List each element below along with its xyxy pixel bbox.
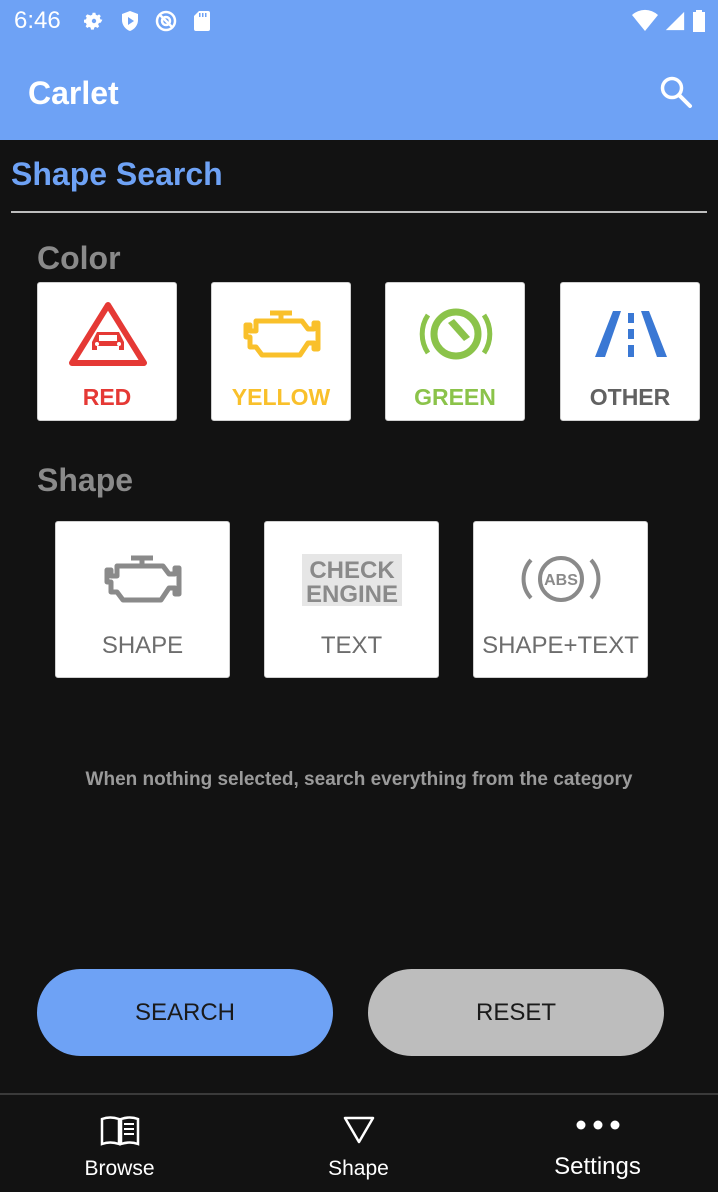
nav-item-settings[interactable]: Settings [478, 1095, 717, 1192]
book-icon [100, 1116, 139, 1146]
shape-section-label: Shape [37, 462, 134, 498]
steering-wheel-icon [419, 308, 493, 360]
status-icons-left [82, 9, 214, 33]
engine-icon [104, 555, 182, 603]
more-dots-icon [576, 1120, 619, 1130]
color-option-red[interactable]: RED [37, 282, 177, 421]
app-title: Carlet [28, 75, 119, 111]
hint-text: When nothing selected, search everything… [85, 769, 633, 790]
shape-option-text[interactable]: CHECK ENGINE TEXT [264, 521, 439, 678]
search-button[interactable]: SEARCH [37, 969, 333, 1056]
abs-text: ABS [544, 572, 578, 589]
shape-option-label: SHAPE [101, 632, 184, 659]
nav-item-shape[interactable]: Shape [239, 1095, 478, 1192]
page-title: Shape Search [11, 156, 223, 192]
color-option-label: YELLOW [231, 384, 331, 410]
color-option-label: OTHER [589, 384, 671, 410]
color-option-label: GREEN [414, 384, 496, 410]
shape-option-label: SHAPE+TEXT [482, 632, 639, 659]
lane-icon [595, 311, 667, 357]
shape-option-shape[interactable]: SHAPE [55, 521, 230, 678]
vpn-icon [155, 10, 177, 32]
search-icon[interactable] [658, 74, 694, 110]
nav-label: Browse [84, 1157, 155, 1180]
color-section-label: Color [37, 240, 121, 276]
shape-option-shape-text[interactable]: ABS SHAPE+TEXT [473, 521, 648, 678]
color-option-other[interactable]: OTHER [560, 282, 700, 421]
status-icons-right [632, 9, 706, 33]
status-bar: 6:46 [0, 0, 718, 48]
status-time: 6:46 [14, 7, 61, 34]
sd-card-icon [194, 11, 210, 31]
engine-text: ENGINE [306, 581, 398, 608]
shield-play-icon [122, 11, 138, 31]
signal-icon [665, 11, 685, 31]
color-option-yellow[interactable]: YELLOW [211, 282, 351, 421]
battery-icon [693, 10, 705, 32]
engine-icon [243, 310, 321, 358]
color-option-green[interactable]: GREEN [385, 282, 525, 421]
reset-button[interactable]: RESET [368, 969, 664, 1056]
check-engine-text-icon: CHECK ENGINE [302, 554, 402, 608]
wifi-icon [632, 9, 658, 31]
color-option-label: RED [82, 384, 132, 410]
shape-option-label: TEXT [320, 632, 383, 659]
triangle-icon [343, 1116, 374, 1144]
abs-icon: ABS [521, 556, 601, 602]
bottom-nav: Browse Shape Settings [0, 1093, 718, 1192]
app-bar: Carlet [0, 48, 718, 140]
settings-icon [84, 12, 103, 30]
divider [11, 211, 707, 213]
car-warning-triangle-icon [69, 302, 147, 366]
check-text: CHECK [309, 557, 395, 584]
nav-item-browse[interactable]: Browse [0, 1095, 239, 1192]
nav-label: Settings [554, 1153, 641, 1180]
nav-label: Shape [328, 1157, 389, 1180]
